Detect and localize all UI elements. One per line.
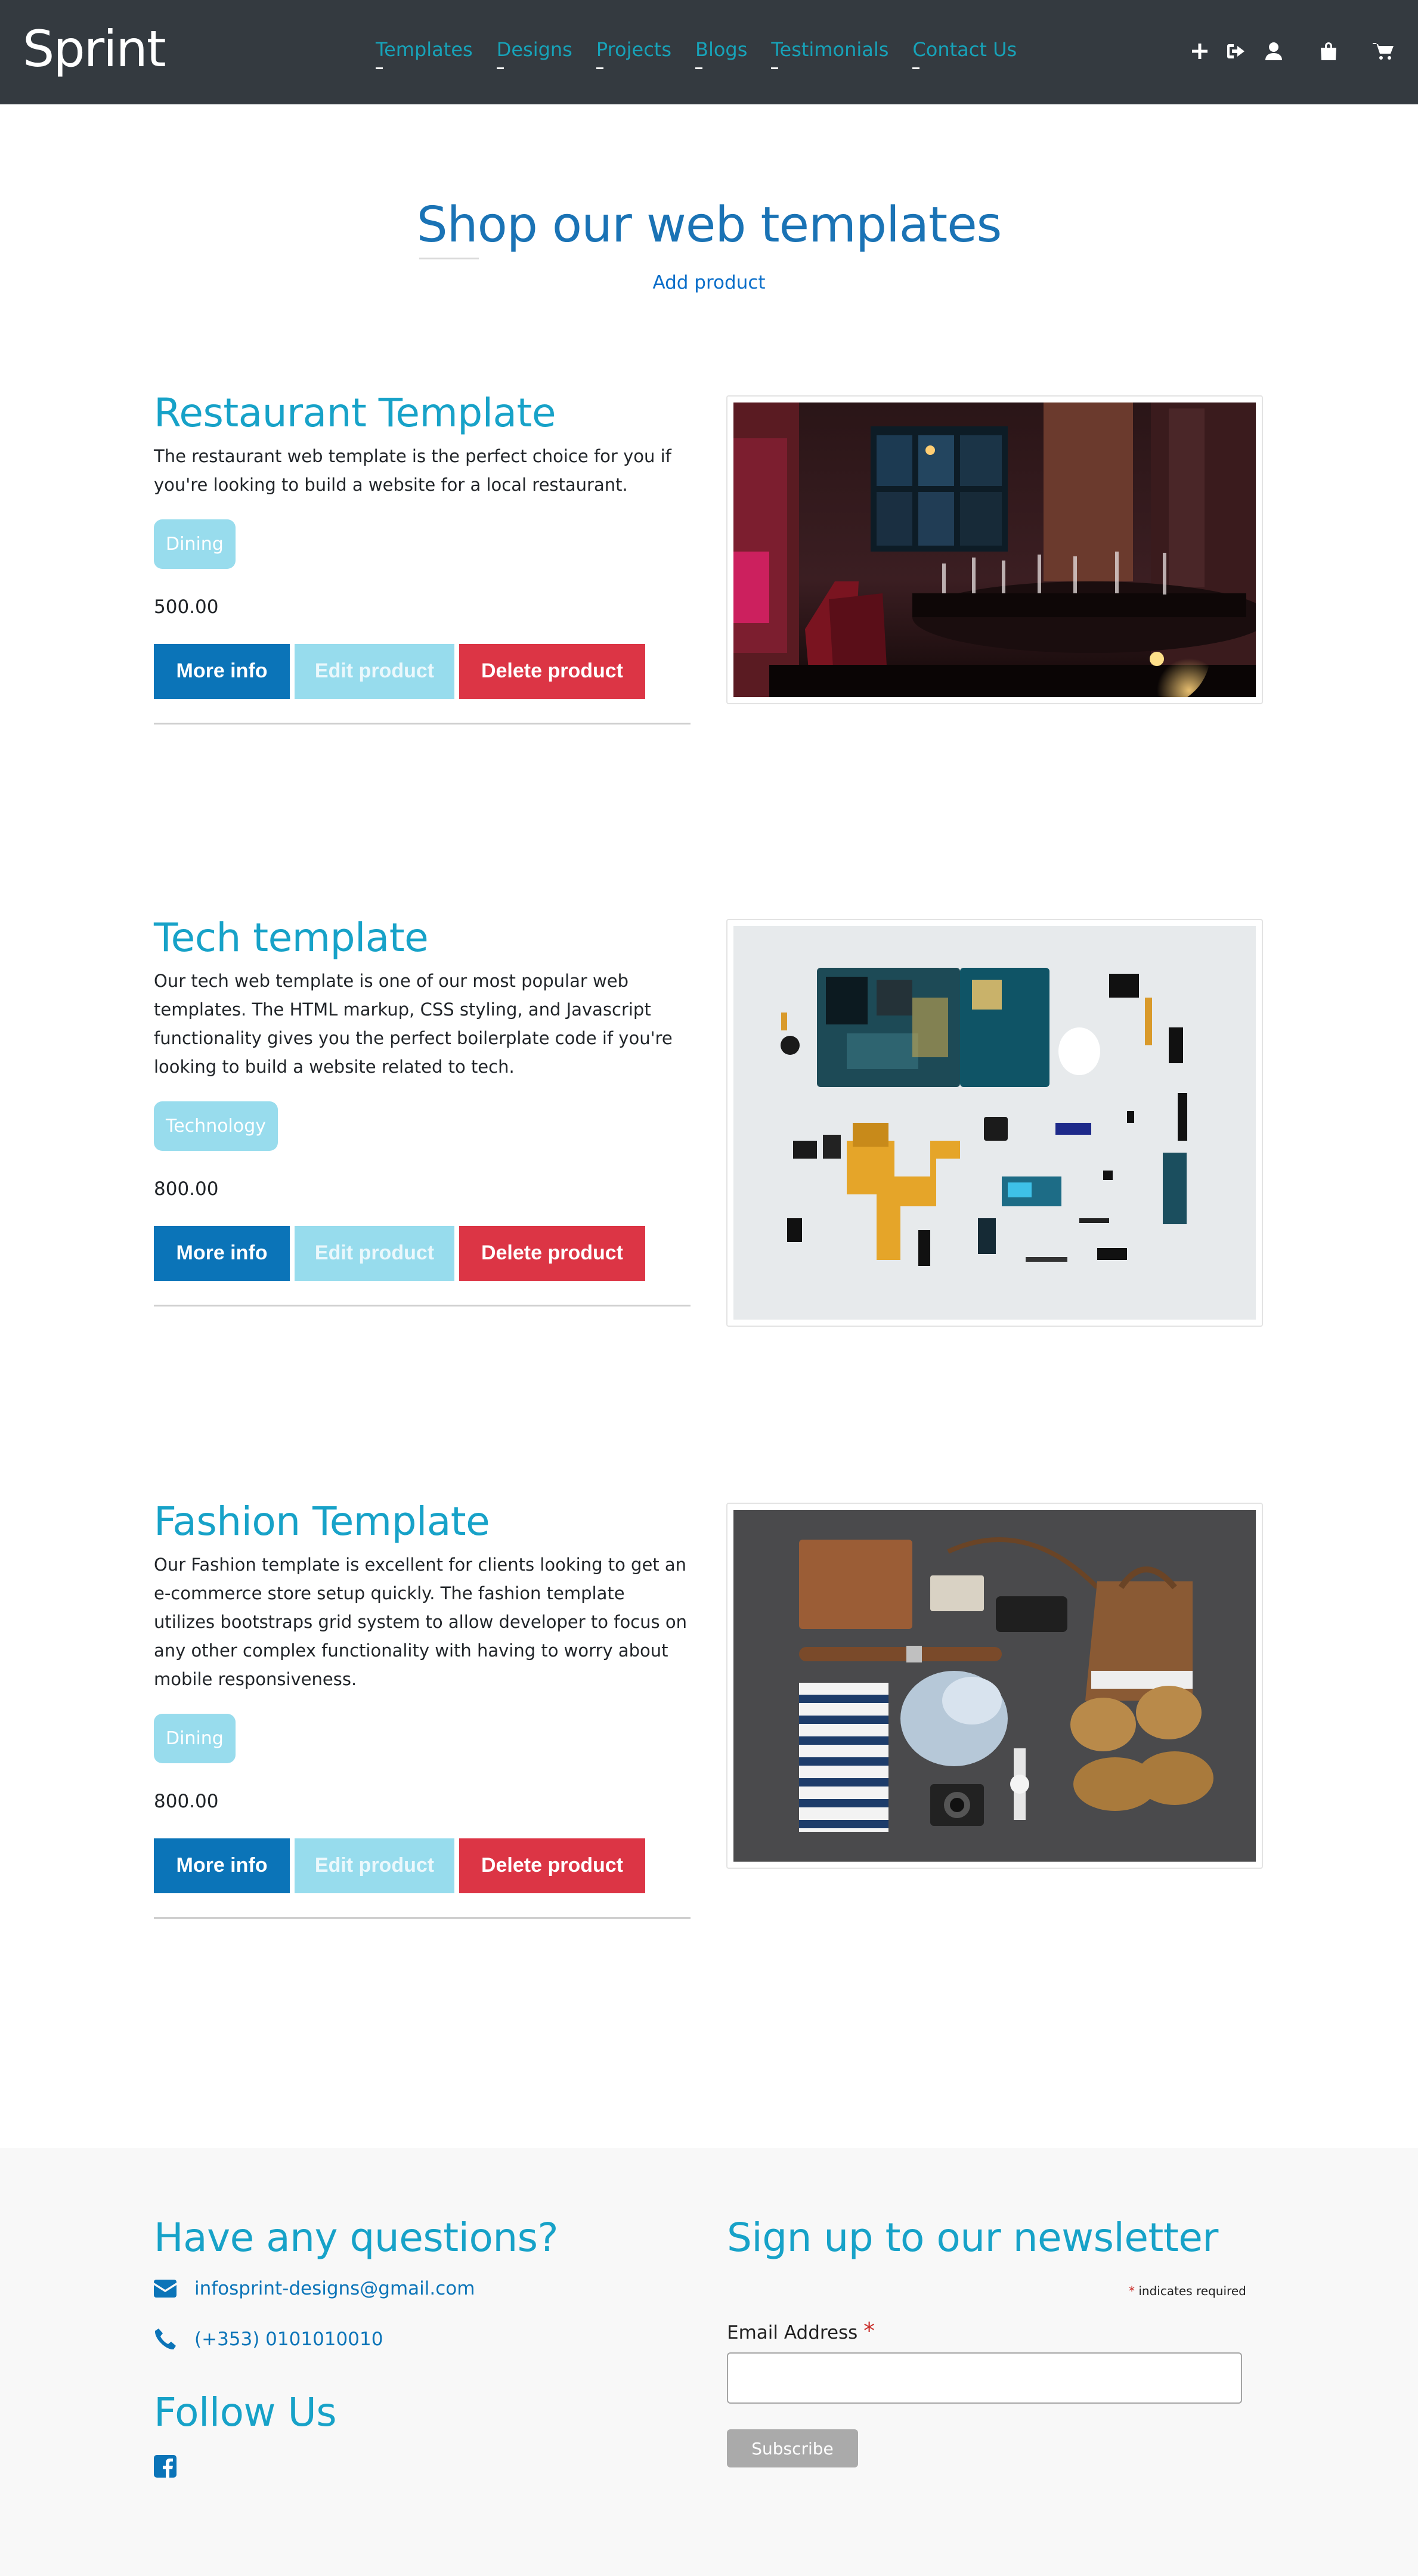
follow-heading: Follow Us (154, 2389, 337, 2435)
product-tag: Dining (154, 519, 236, 569)
user-icon[interactable] (1262, 37, 1286, 66)
contact-email-text[interactable]: infosprint-designs@gmail.com (194, 2278, 475, 2299)
facebook-icon[interactable] (154, 2455, 177, 2478)
product-price: 800.00 (154, 1178, 219, 1200)
nav-link-contact-us[interactable]: Contact Us (912, 38, 1017, 70)
questions-heading: Have any questions? (154, 2215, 559, 2261)
contact-email[interactable]: infosprint-designs@gmail.com (154, 2278, 475, 2299)
nav-links: Templates Designs Projects Blogs Testimo… (376, 38, 1017, 70)
required-asterisk: * (1129, 2284, 1135, 2298)
product-image (726, 395, 1263, 704)
product-image (726, 919, 1263, 1327)
page-title: Shop our web templates (416, 197, 1002, 253)
delete-product-button[interactable]: Delete product (459, 1225, 645, 1281)
product-name: Tech template (154, 915, 429, 961)
product-actions: More info Edit product Delete product (154, 1225, 691, 1281)
edit-product-button[interactable]: Edit product (295, 643, 454, 699)
delete-product-button[interactable]: Delete product (459, 1838, 645, 1893)
contact-phone[interactable]: (+353) 0101010010 (154, 2328, 383, 2351)
fashion-flatlay-photo (733, 1510, 1256, 1862)
product-info: Fashion Template Our Fashion template is… (154, 1499, 691, 1919)
add-product-link[interactable]: Add product (0, 272, 1418, 293)
product-name: Restaurant Template (154, 390, 556, 436)
edit-product-button[interactable]: Edit product (295, 1225, 454, 1281)
required-note-text: indicates required (1135, 2284, 1246, 2298)
product-description: Our Fashion template is excellent for cl… (154, 1554, 687, 1689)
nav-link-blogs[interactable]: Blogs (695, 38, 747, 70)
product-tag: Dining (154, 1713, 236, 1763)
product-divider (154, 722, 691, 724)
more-info-button[interactable]: More info (154, 643, 290, 699)
nav-link-testimonials[interactable]: Testimonials (771, 38, 888, 70)
email-label: Email Address * (727, 2318, 875, 2344)
product-description: The restaurant web template is the perfe… (154, 445, 671, 495)
product-info: Restaurant Template The restaurant web t… (154, 391, 691, 724)
phone-icon (154, 2329, 176, 2350)
product-description: Our tech web template is one of our most… (154, 970, 673, 1077)
shopping-cart-icon[interactable] (1371, 37, 1395, 66)
edit-product-button[interactable]: Edit product (295, 1838, 454, 1893)
navbar: Sprint Templates Designs Projects Blogs … (0, 0, 1418, 104)
delete-product-button[interactable]: Delete product (459, 643, 645, 699)
product-name: Fashion Template (154, 1498, 490, 1544)
title-underline (419, 258, 479, 259)
plus-icon[interactable] (1188, 37, 1212, 66)
contact-phone-text[interactable]: (+353) 0101010010 (194, 2329, 383, 2350)
shopping-bag-icon[interactable] (1317, 37, 1340, 66)
newsletter-heading: Sign up to our newsletter (727, 2215, 1218, 2261)
subscribe-button[interactable]: Subscribe (727, 2429, 858, 2467)
product-tag: Technology (154, 1101, 278, 1151)
email-label-text: Email Address (727, 2322, 864, 2343)
product-image (726, 1503, 1263, 1869)
product-price: 500.00 (154, 596, 219, 618)
product-actions: More info Edit product Delete product (154, 643, 691, 699)
email-required-asterisk: * (863, 2318, 875, 2344)
product-actions: More info Edit product Delete product (154, 1838, 691, 1893)
footer: Have any questions? infosprint-designs@g… (0, 2148, 1418, 2576)
product-info: Tech template Our tech web template is o… (154, 915, 691, 1306)
more-info-button[interactable]: More info (154, 1225, 290, 1281)
nav-icons (1188, 37, 1395, 66)
sign-out-icon[interactable] (1225, 37, 1249, 66)
tech-parts-photo (733, 926, 1256, 1320)
more-info-button[interactable]: More info (154, 1838, 290, 1893)
required-note: * indicates required (1129, 2284, 1246, 2298)
email-field[interactable] (727, 2352, 1242, 2404)
product-divider (154, 1916, 691, 1919)
brand-logo[interactable]: Sprint (23, 24, 166, 74)
nav-link-designs[interactable]: Designs (496, 38, 572, 70)
product-divider (154, 1304, 691, 1306)
envelope-icon (154, 2280, 177, 2298)
nav-link-templates[interactable]: Templates (376, 38, 473, 70)
restaurant-photo (733, 402, 1256, 697)
nav-link-projects[interactable]: Projects (596, 38, 671, 70)
product-price: 800.00 (154, 1790, 219, 1812)
